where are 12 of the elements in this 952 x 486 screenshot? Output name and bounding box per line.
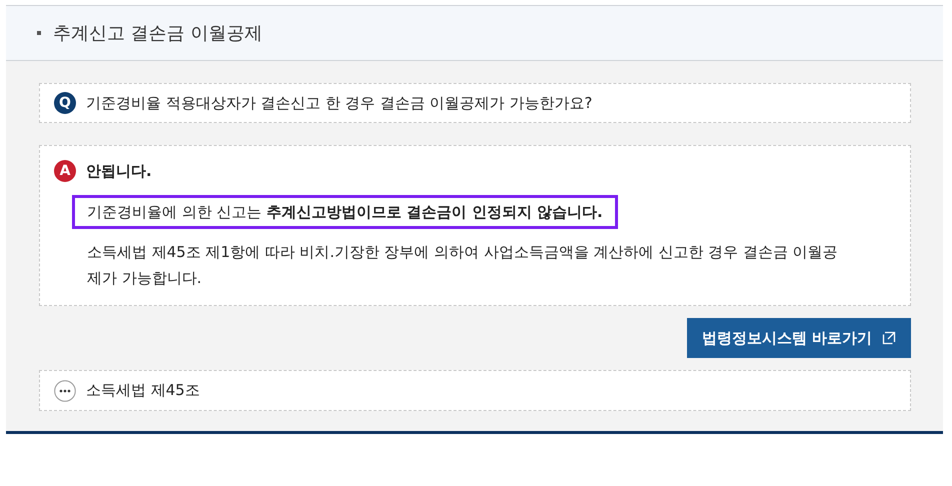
section-title: 추계신고 결손금 이월공제 [53,22,262,45]
question-badge: Q [54,92,76,114]
reference-item[interactable]: 소득세법 제45조 [39,370,911,411]
answer-title: 안됩니다. [86,162,152,181]
question-text: 기준경비율 적용대상자가 결손신고 한 경우 결손금 이월공제가 가능한가요? [86,94,592,113]
more-icon [54,380,76,402]
highlighted-answer-text: 기준경비율에 의한 신고는 추계신고방법이므로 결손금이 인정되지 않습니다. [75,198,615,226]
law-link-button[interactable]: 법령정보시스템 바로가기 [687,318,911,358]
answer-text: 소득세법 제45조 제1항에 따라 비치.기장한 장부에 의하여 사업소득금액을 계산하에 신고한 경우 결손금 이월공제가 가능합니다. [86,242,839,290]
bullet-icon [37,31,41,35]
answer-badge: A [54,160,76,182]
external-link-icon [882,331,896,346]
